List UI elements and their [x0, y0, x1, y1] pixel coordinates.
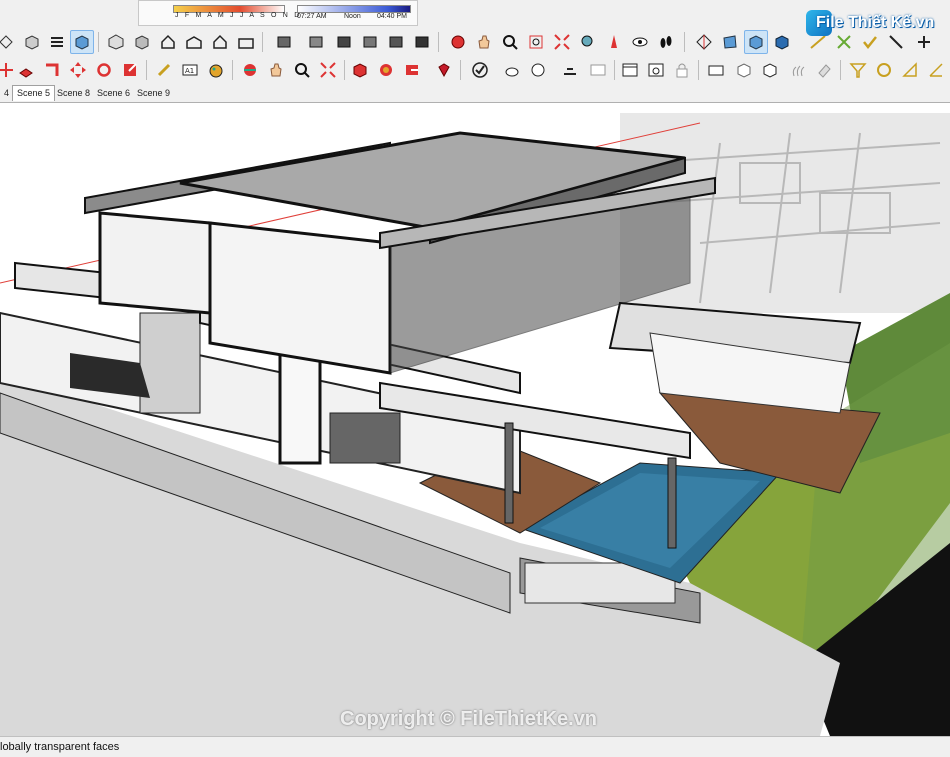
- scene-tabs: 4 Scene 5 Scene 8 Scene 6 Scene 9: [0, 84, 950, 103]
- get-models-icon[interactable]: [374, 58, 398, 82]
- back-edges-icon[interactable]: [20, 30, 44, 54]
- check-icon[interactable]: [468, 58, 492, 82]
- zoom-extents-2-icon[interactable]: [316, 58, 340, 82]
- circle-icon[interactable]: [872, 58, 896, 82]
- text-icon[interactable]: A1: [178, 58, 202, 82]
- orbit-icon[interactable]: [446, 30, 470, 54]
- teapot-icon[interactable]: [500, 58, 524, 82]
- house-model-rendering: [0, 113, 950, 736]
- component-2-icon[interactable]: [332, 30, 356, 54]
- component-3-icon[interactable]: [358, 30, 382, 54]
- xray-icon[interactable]: [0, 30, 18, 54]
- smoke-icon[interactable]: [786, 58, 810, 82]
- shadow-settings-panel: J F M A M J J A S O N D 07:27 AM Noon 04…: [138, 0, 418, 26]
- zoom-window-icon[interactable]: [524, 30, 548, 54]
- share-model-icon[interactable]: [400, 58, 424, 82]
- model-viewport[interactable]: Copyright © FileThietKe.vn: [0, 103, 950, 736]
- push-pull-icon[interactable]: [14, 58, 38, 82]
- move-arrows-icon[interactable]: [66, 58, 90, 82]
- display-section-planes-icon[interactable]: [718, 30, 742, 54]
- status-text: lobally transparent faces: [0, 741, 120, 753]
- pan-2-icon[interactable]: [264, 58, 288, 82]
- zoom-2-icon[interactable]: [290, 58, 314, 82]
- walk-icon[interactable]: [654, 30, 678, 54]
- position-camera-icon[interactable]: [602, 30, 626, 54]
- section-plane-icon[interactable]: [692, 30, 716, 54]
- back-view-icon[interactable]: [208, 30, 232, 54]
- tab-scene-9[interactable]: Scene 9: [133, 86, 174, 101]
- follow-me-icon[interactable]: [40, 58, 64, 82]
- brand-logo: File Thiết Kế.vn: [806, 10, 934, 38]
- ruby-icon[interactable]: [432, 58, 456, 82]
- toolbar-area: J F M A M J J A S O N D 07:27 AM Noon 04…: [0, 0, 950, 84]
- status-bar: lobally transparent faces: [0, 736, 950, 757]
- tab-scene-6[interactable]: Scene 6: [93, 86, 134, 101]
- zoom-icon[interactable]: [498, 30, 522, 54]
- left-view-icon[interactable]: [234, 30, 258, 54]
- previous-view-icon[interactable]: [576, 30, 600, 54]
- look-around-icon[interactable]: [628, 30, 652, 54]
- rotate-icon[interactable]: [92, 58, 116, 82]
- component-4-icon[interactable]: [384, 30, 408, 54]
- protractor-icon[interactable]: [898, 58, 922, 82]
- display-section-cuts-icon[interactable]: [744, 30, 768, 54]
- paint-bucket-icon[interactable]: [204, 58, 228, 82]
- box-2-icon[interactable]: [758, 58, 782, 82]
- warehouse-icon[interactable]: [348, 58, 372, 82]
- scale-icon[interactable]: [118, 58, 142, 82]
- months-label: J F M A M J J A S O N D: [175, 12, 302, 19]
- camera-icon[interactable]: [704, 58, 728, 82]
- svg-text:A1: A1: [185, 67, 194, 75]
- right-view-icon[interactable]: [182, 30, 206, 54]
- angle-icon[interactable]: [924, 58, 948, 82]
- shaded-textures-icon[interactable]: [70, 30, 94, 54]
- tab-scene-8[interactable]: Scene 8: [53, 86, 94, 101]
- toolbar-row-3: A1: [0, 56, 950, 84]
- wireframe-icon[interactable]: [45, 30, 69, 54]
- window-icon[interactable]: [618, 58, 642, 82]
- noon-label: Noon: [344, 13, 361, 20]
- lock-icon[interactable]: [670, 58, 694, 82]
- frame-icon[interactable]: [586, 58, 610, 82]
- zoom-extents-icon[interactable]: [550, 30, 574, 54]
- box-icon[interactable]: [732, 58, 756, 82]
- iso-view-icon[interactable]: [104, 30, 128, 54]
- lights-icon[interactable]: [558, 58, 582, 82]
- component-5-icon[interactable]: [410, 30, 434, 54]
- top-view-icon[interactable]: [130, 30, 154, 54]
- front-view-icon[interactable]: [156, 30, 180, 54]
- orbit-2-icon[interactable]: [238, 58, 262, 82]
- funnel-icon[interactable]: [846, 58, 870, 82]
- sunset-time: 04:40 PM: [377, 13, 407, 20]
- group-icon[interactable]: [272, 30, 296, 54]
- time-slider[interactable]: [297, 5, 411, 13]
- erase-icon[interactable]: [812, 58, 836, 82]
- pan-hand-icon[interactable]: [472, 30, 496, 54]
- render-settings-icon[interactable]: [526, 58, 550, 82]
- window-2-icon[interactable]: [644, 58, 668, 82]
- component-icon[interactable]: [304, 30, 328, 54]
- watermark-text: Copyright © FileThietKe.vn: [340, 708, 597, 730]
- sunrise-time: 07:27 AM: [297, 13, 327, 20]
- tab-scene-5[interactable]: Scene 5: [12, 85, 56, 101]
- tape-measure-icon[interactable]: [152, 58, 176, 82]
- section-fill-icon[interactable]: [770, 30, 794, 54]
